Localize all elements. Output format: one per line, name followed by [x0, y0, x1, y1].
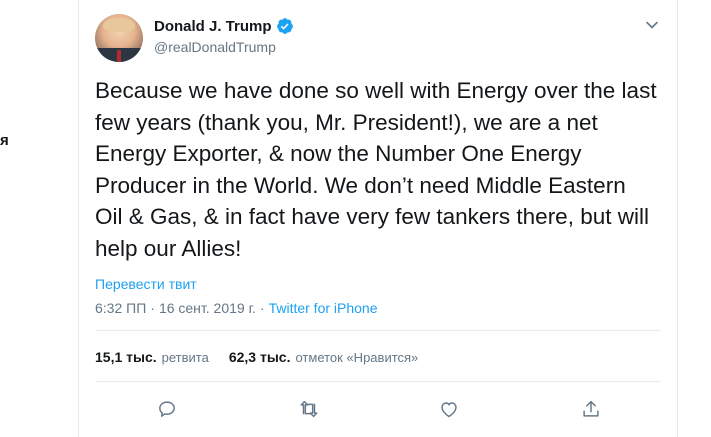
- share-icon[interactable]: [580, 398, 602, 420]
- tweet-meta: 6:32 ПП · 16 сент. 2019 г. · Twitter for…: [95, 300, 378, 316]
- tweet-date[interactable]: 16 сент. 2019 г.: [159, 300, 256, 316]
- tweet-source-link[interactable]: Twitter for iPhone: [269, 300, 378, 316]
- tweet-actions: [79, 393, 679, 423]
- verified-badge-icon: [276, 17, 294, 35]
- tweet-card: Donald J. Trump @realDonaldTrump Because…: [78, 0, 678, 437]
- chevron-down-icon[interactable]: [645, 18, 659, 32]
- tweet-text: Because we have done so well with Energy…: [95, 78, 657, 261]
- author-name-row: Donald J. Trump: [154, 17, 294, 35]
- divider: [95, 381, 661, 382]
- retweets-label: ретвита: [161, 350, 209, 365]
- translate-tweet-link[interactable]: Перевести твит: [95, 276, 197, 292]
- left-sidebar-fragment: я: [0, 0, 78, 437]
- likes-label: отметок «Нравится»: [295, 350, 419, 365]
- likes-count: 62,3 тыс.: [228, 349, 291, 365]
- retweet-icon[interactable]: [298, 398, 320, 420]
- retweets-stat[interactable]: 15,1 тыс. ретвита: [95, 349, 209, 365]
- divider: [95, 330, 661, 331]
- avatar[interactable]: [95, 14, 143, 62]
- author-display-name[interactable]: Donald J. Trump: [154, 18, 272, 35]
- meta-separator: ·: [150, 300, 155, 316]
- tweet-time[interactable]: 6:32 ПП: [95, 300, 146, 316]
- retweets-count: 15,1 тыс.: [95, 349, 157, 365]
- reply-icon[interactable]: [156, 398, 178, 420]
- like-icon[interactable]: [438, 398, 460, 420]
- sidebar-cropped-text: я: [0, 132, 9, 149]
- tweet-stats: 15,1 тыс. ретвита 62,3 тыс. отметок «Нра…: [95, 349, 418, 365]
- author-handle[interactable]: @realDonaldTrump: [154, 39, 276, 55]
- meta-separator: ·: [259, 300, 265, 316]
- likes-stat[interactable]: 62,3 тыс. отметок «Нравится»: [229, 349, 418, 365]
